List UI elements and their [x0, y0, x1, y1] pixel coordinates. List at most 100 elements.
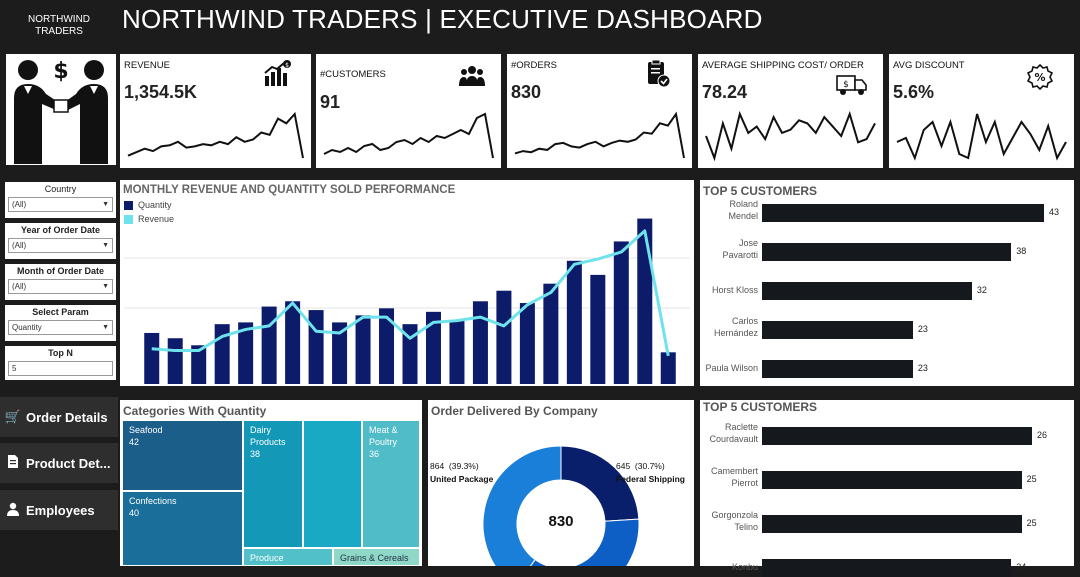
- quantity-bar[interactable]: [308, 310, 324, 384]
- filter-label: Top N: [48, 348, 73, 358]
- quantity-bar[interactable]: [590, 274, 606, 384]
- quantity-bar[interactable]: [519, 303, 535, 384]
- treemap-produce[interactable]: Produce: [243, 548, 333, 566]
- customer-bar[interactable]: [762, 427, 1032, 445]
- filter-label: Country: [44, 184, 77, 194]
- sparkline-line: [127, 111, 304, 159]
- customer-name: Jose Pavarotti: [722, 238, 758, 260]
- customer-bar[interactable]: [762, 243, 1012, 261]
- monthly-performance-panel: MONTHLY REVENUE AND QUANTITY SOLD PERFOR…: [120, 180, 694, 386]
- handshake-money-icon: $: [14, 59, 108, 164]
- nav-label: Product Det...: [26, 455, 111, 471]
- customer-bar[interactable]: [762, 515, 1022, 533]
- brand-line-2: TRADERS: [35, 26, 83, 37]
- categories-panel: Categories With Quantity Seafood 42 Confe…: [120, 400, 422, 566]
- kpi-card-customers: #CUSTOMERS 91: [316, 54, 501, 168]
- customer-bar[interactable]: [762, 559, 1012, 577]
- nav-product-details[interactable]: Product Det...: [0, 443, 118, 483]
- customer-name: Raclette Courdavault: [709, 422, 758, 444]
- year-select[interactable]: (All) ▼: [8, 238, 113, 253]
- delivery-company-panel: Order Delivered By Company 864 (39.3%) U…: [428, 400, 694, 566]
- filter-country: Country (All) ▼: [5, 182, 116, 218]
- customer-value: 38: [1016, 246, 1027, 256]
- sparkline-line: [514, 111, 685, 159]
- nav-order-details[interactable]: 🛒 Order Details: [0, 397, 118, 437]
- svg-text:%: %: [1034, 71, 1045, 84]
- page-title: NORTHWIND TRADERS | EXECUTIVE DASHBOARD: [122, 4, 763, 34]
- customer-value: 32: [976, 285, 987, 295]
- nav-label: Order Details: [26, 409, 108, 425]
- quantity-bar[interactable]: [566, 260, 582, 384]
- filter-year: Year of Order Date (All) ▼: [5, 223, 116, 259]
- discount-sparkline: [896, 113, 1067, 161]
- customer-bar[interactable]: [762, 204, 1044, 222]
- quantity-bar[interactable]: [449, 320, 465, 384]
- donut-center-total: 830: [548, 513, 574, 530]
- customer-bar[interactable]: [762, 321, 913, 339]
- treemap-grains[interactable]: Grains & Cereals: [333, 548, 420, 566]
- quantity-bar[interactable]: [214, 324, 230, 384]
- kpi-card-orders: #ORDERS 830: [507, 54, 692, 168]
- kpi-card-revenue: REVENUE 1,354.5K $: [120, 54, 311, 168]
- top-n-input[interactable]: 5: [8, 361, 113, 376]
- brand-logo: NORTHWIND TRADERS: [0, 0, 118, 52]
- filter-label: Year of Order Date: [20, 225, 101, 235]
- filter-label: Month of Order Date: [17, 266, 104, 276]
- clipboard-check-icon: [648, 59, 671, 88]
- delivery-truck-icon: $: [836, 75, 867, 95]
- customer-name: Roland Mendel: [728, 199, 758, 221]
- treemap-confections[interactable]: Confections 40: [122, 491, 243, 566]
- nav-employees[interactable]: Employees: [0, 490, 118, 530]
- treemap-unlabeled[interactable]: [303, 420, 362, 548]
- country-select[interactable]: (All) ▼: [8, 197, 113, 212]
- svg-text:$: $: [285, 62, 289, 69]
- treemap-seafood[interactable]: Seafood 42: [122, 420, 243, 491]
- sparkline-line: [896, 113, 1067, 161]
- kpi-label: REVENUE: [124, 60, 170, 71]
- month-select[interactable]: (All) ▼: [8, 279, 113, 294]
- kpi-value: 830: [511, 82, 542, 102]
- quantity-bar[interactable]: [167, 338, 183, 384]
- kpi-card-discount: AVG DISCOUNT 5.6% %: [889, 54, 1074, 168]
- customer-name: Carlos Hernández: [713, 316, 758, 338]
- slice-pct: (30.7%): [634, 461, 665, 471]
- quantity-bar[interactable]: [660, 352, 676, 384]
- quantity-bar[interactable]: [472, 301, 488, 384]
- quantity-bar[interactable]: [613, 241, 629, 384]
- kpi-label: AVERAGE SHIPPING COST/ ORDER: [702, 60, 864, 71]
- slice-value: 864: [430, 461, 445, 471]
- customer-value: 26: [1037, 430, 1048, 440]
- brand-line-1: NORTHWIND: [27, 14, 91, 25]
- quantity-bar[interactable]: [637, 218, 653, 384]
- svg-text:$: $: [53, 59, 68, 84]
- slice-pct: (39.3%): [448, 461, 479, 471]
- quantity-bar[interactable]: [379, 308, 395, 384]
- quantity-bar[interactable]: [261, 306, 277, 384]
- orders-sparkline: [514, 111, 685, 159]
- quantity-bar[interactable]: [144, 332, 160, 384]
- sparkline-line: [705, 110, 876, 162]
- revenue-sparkline: [127, 111, 304, 159]
- cart-icon: 🛒: [4, 409, 22, 424]
- quantity-bar[interactable]: [285, 301, 301, 384]
- customer-value: 24: [1016, 562, 1027, 572]
- quantity-bar[interactable]: [355, 315, 371, 384]
- panel-title: TOP 5 CUSTOMERS: [703, 184, 818, 198]
- panel-title: TOP 5 CUSTOMERS: [703, 400, 818, 414]
- document-icon: [4, 454, 22, 472]
- customer-bar[interactable]: [762, 471, 1022, 489]
- customer-name: Gorgonzola Telino: [711, 510, 758, 532]
- filter-param: Select Param Quantity ▼: [5, 305, 116, 341]
- kpi-card-shipping: AVERAGE SHIPPING COST/ ORDER 78.24 $: [698, 54, 883, 168]
- treemap-dairy[interactable]: Dairy Products 38: [243, 420, 303, 548]
- slice-label-federal: 645 (30.7%) Federal Shipping: [616, 460, 685, 486]
- customer-name: Konbu: [731, 562, 758, 572]
- quantity-bar[interactable]: [543, 283, 559, 384]
- chevron-down-icon: ▼: [102, 242, 109, 249]
- treemap-meat-poultry[interactable]: Meat & Poultry 36: [362, 420, 420, 548]
- param-select[interactable]: Quantity ▼: [8, 320, 113, 335]
- customer-bar[interactable]: [762, 360, 913, 378]
- customer-bar[interactable]: [762, 282, 972, 300]
- customer-name: Paula Wilson: [705, 363, 758, 373]
- quantity-bar[interactable]: [496, 290, 512, 384]
